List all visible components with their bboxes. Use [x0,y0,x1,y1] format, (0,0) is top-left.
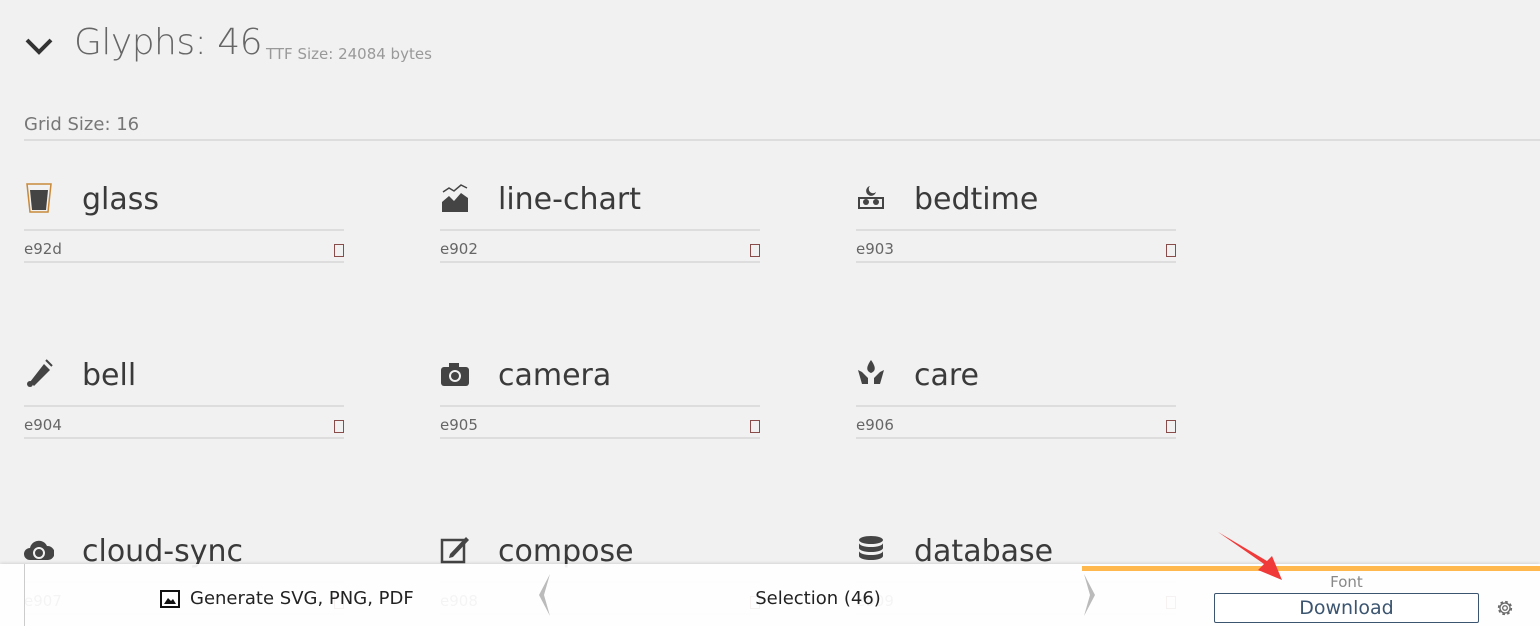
care-icon [858,360,884,384]
divider [440,405,760,407]
divider [24,564,25,626]
divider [856,229,1176,231]
page-title: Glyphs: 46 [74,22,263,63]
gear-icon[interactable] [1494,597,1516,619]
glyph-code[interactable]: e905 [440,416,478,434]
glass-icon [26,183,52,213]
line-chart-icon [442,184,468,212]
divider [24,261,344,263]
generate-button[interactable]: Generate SVG, PNG, PDF [160,588,414,609]
glyph-cell-line-chart[interactable]: line-chart e902 [440,160,760,270]
divider [856,437,1176,439]
bedtime-icon [858,186,884,209]
divider [440,261,760,263]
glyph-code[interactable]: e92d [24,240,62,258]
glyph-preview-icon [750,244,760,257]
divider [856,405,1176,407]
glyph-cell-bell[interactable]: bell e904 [24,336,344,446]
divider [24,139,1540,141]
bottom-toolbar: Generate SVG, PNG, PDF Selection (46) Fo… [0,564,1540,626]
divider [24,437,344,439]
glyph-preview-icon [1166,420,1176,433]
glyph-preview-icon [750,420,760,433]
glyph-name[interactable]: care [914,358,979,394]
camera-icon [441,363,469,386]
glyph-code[interactable]: e904 [24,416,62,434]
cloud-sync-icon [24,540,54,560]
generate-label: Generate SVG, PNG, PDF [190,588,414,609]
glyph-preview-icon [334,420,344,433]
glyph-preview-icon [334,244,344,257]
glyph-preview-icon [1166,244,1176,257]
glyph-cell-bedtime[interactable]: bedtime e903 [856,160,1176,270]
glyph-name[interactable]: glass [82,182,159,218]
glyph-name[interactable]: line-chart [498,182,641,218]
selection-tab[interactable]: Selection (46) [540,588,1096,609]
font-label: Font [1330,573,1363,591]
divider [856,261,1176,263]
image-icon [160,589,180,608]
bell-icon [27,359,53,387]
ttf-size: TTF Size: 24084 bytes [266,45,432,63]
glyph-name[interactable]: camera [498,358,611,394]
glyph-cell-care[interactable]: care e906 [856,336,1176,446]
glyph-name[interactable]: bell [82,358,136,394]
grid-size-label: Grid Size: 16 [24,114,140,135]
active-tab-indicator [1082,566,1540,571]
divider [440,437,760,439]
download-button[interactable]: Download [1214,593,1479,623]
glyph-code[interactable]: e902 [440,240,478,258]
database-icon [859,536,883,560]
compose-icon [440,537,469,564]
divider [24,405,344,407]
glyph-name[interactable]: bedtime [914,182,1038,218]
glyph-code[interactable]: e906 [856,416,894,434]
divider [440,229,760,231]
chevron-right-icon[interactable] [1082,572,1098,618]
collapse-chevron-icon[interactable] [24,36,54,56]
divider [24,229,344,231]
glyph-code[interactable]: e903 [856,240,894,258]
glyph-cell-camera[interactable]: camera e905 [440,336,760,446]
glyph-cell-glass[interactable]: glass e92d [24,160,344,270]
